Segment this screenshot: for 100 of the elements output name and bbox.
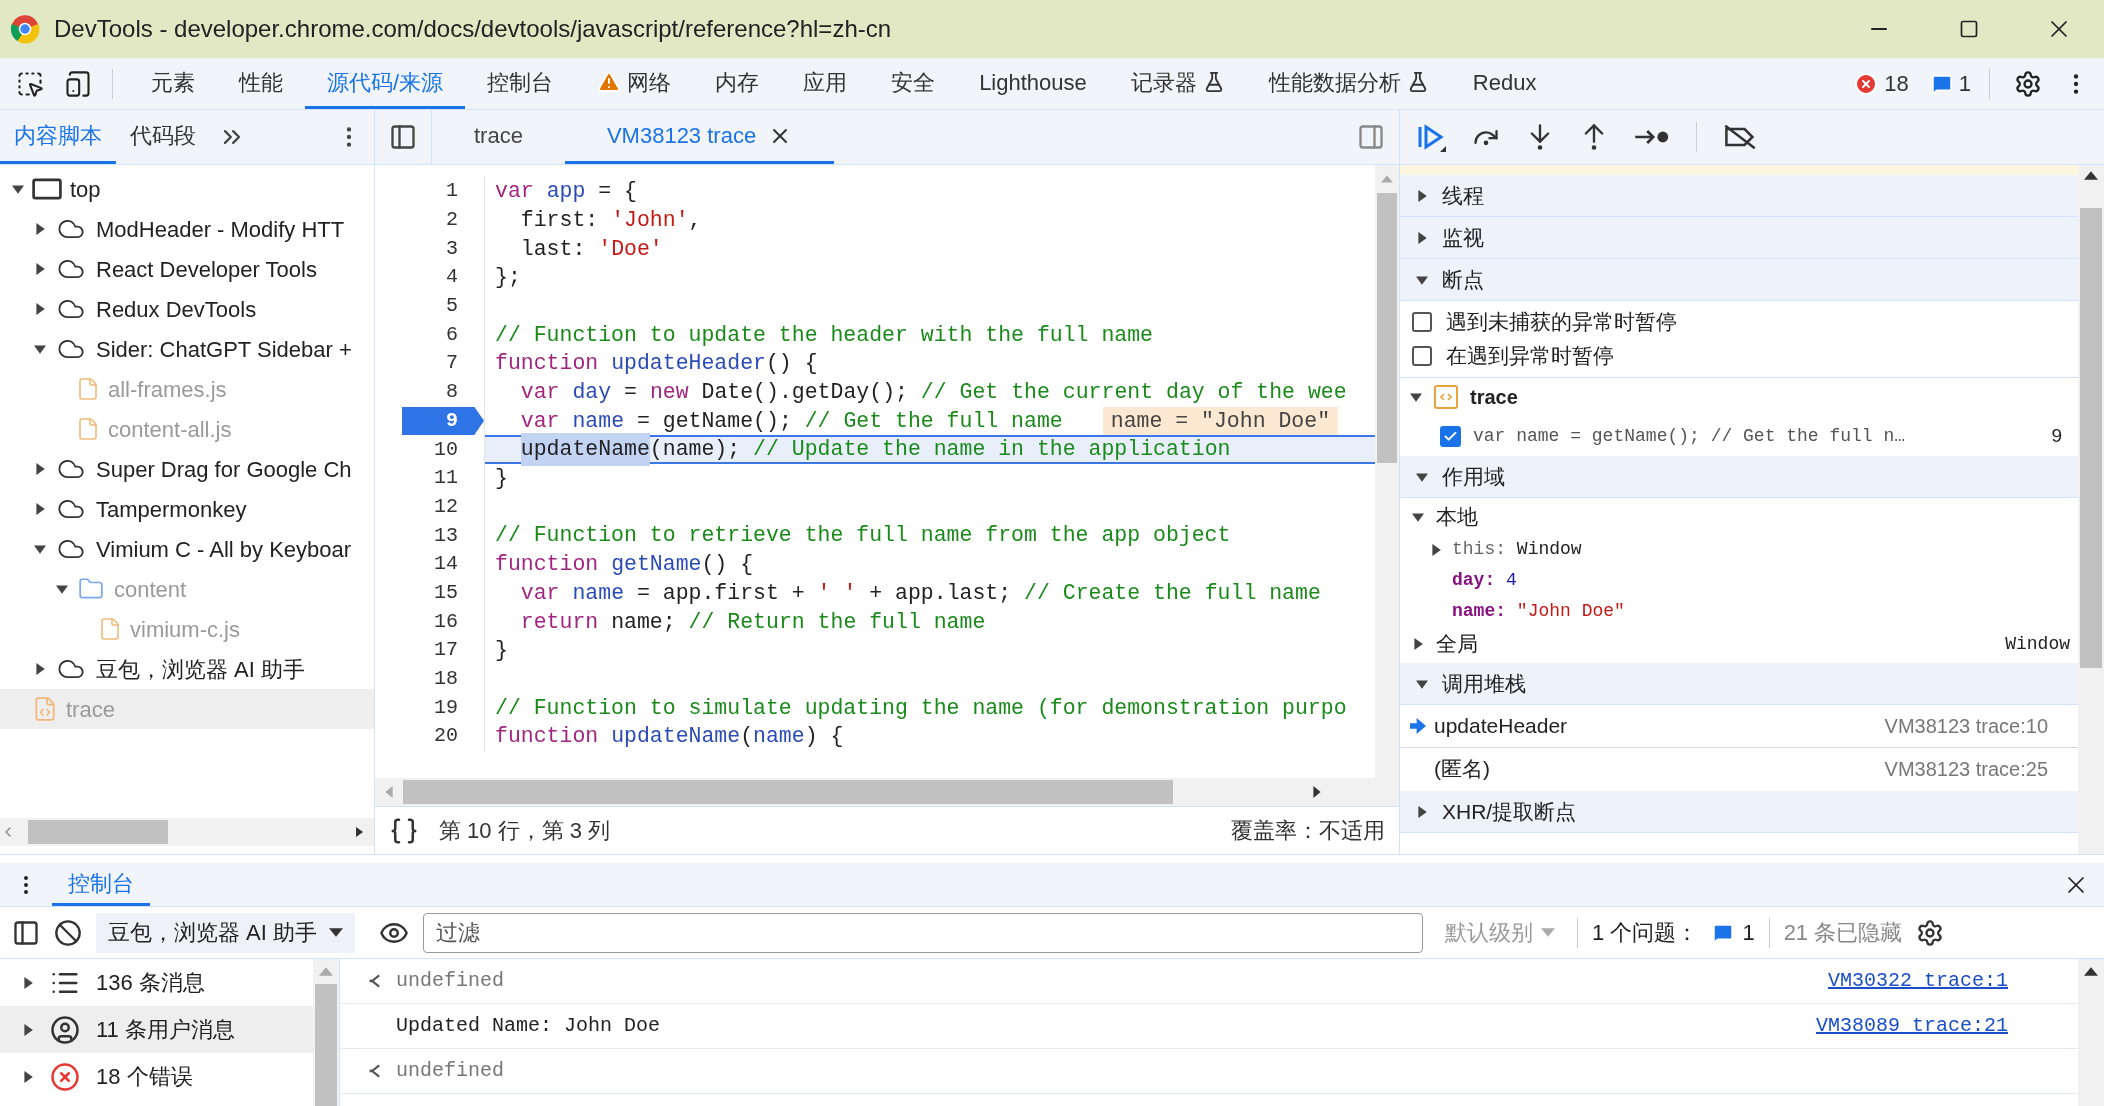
panel-tab[interactable]: 应用 <box>781 58 870 109</box>
panel-tab[interactable]: 网络 <box>575 58 694 109</box>
drawer-tab[interactable]: 控制台 <box>52 863 150 906</box>
caret-right-icon[interactable] <box>1416 189 1428 202</box>
call-frame[interactable]: (匿名) VM38123 trace:25 <box>1400 748 2078 791</box>
editor-tab[interactable]: VM38123 trace <box>564 110 835 164</box>
tree-item[interactable]: React Developer Tools <box>0 249 374 289</box>
source-link[interactable]: VM30322 trace:1 <box>1827 966 2008 996</box>
caret-right-icon[interactable] <box>34 223 46 235</box>
scroll-up-icon[interactable] <box>2084 967 2098 976</box>
panel-tab[interactable]: Lighthouse <box>957 58 1109 109</box>
message-count[interactable]: 1 <box>1930 67 1971 100</box>
frame-location[interactable]: VM38123 trace:25 <box>1884 754 2048 784</box>
caret-down-icon[interactable] <box>34 343 46 355</box>
caret-down-icon[interactable] <box>1412 511 1424 523</box>
console-sidebar-item[interactable]: 18 个错误 <box>0 1053 313 1100</box>
caret-right-icon[interactable] <box>1416 231 1428 244</box>
scroll-right-icon[interactable] <box>1313 786 1321 798</box>
panel-tab[interactable]: 安全 <box>869 58 958 109</box>
horizontal-scrollbar[interactable] <box>0 818 374 846</box>
caret-right-icon[interactable] <box>1412 638 1424 650</box>
panel-tab[interactable]: 记录器 <box>1108 58 1247 109</box>
call-frame[interactable]: updateHeader VM38123 trace:10 <box>1400 705 2078 748</box>
line-number[interactable]: 1 <box>446 177 484 206</box>
caret-right-icon[interactable] <box>34 263 46 275</box>
panel-tab[interactable]: 控制台 <box>465 58 576 109</box>
tree-item[interactable]: Redux DevTools <box>0 289 374 329</box>
line-number[interactable]: 8 <box>446 377 484 407</box>
line-number[interactable]: 4 <box>446 263 484 292</box>
tree-item[interactable]: top <box>0 169 374 209</box>
line-number[interactable]: 15 <box>434 578 484 608</box>
deactivate-breakpoints-icon[interactable] <box>1723 123 1757 151</box>
line-number[interactable]: 5 <box>446 291 484 321</box>
filter-field[interactable]: 过滤 <box>423 912 1423 953</box>
caret-down-icon[interactable] <box>1416 470 1428 483</box>
tree-item[interactable]: Sider: ChatGPT Sidebar + <box>0 329 374 369</box>
line-number[interactable]: 17 <box>434 636 484 665</box>
vertical-scrollbar[interactable] <box>313 959 339 1106</box>
console-sidebar-item[interactable]: 11 条用户消息 <box>0 1006 313 1053</box>
scroll-right-icon[interactable] <box>354 826 364 838</box>
clear-console-icon[interactable] <box>54 918 82 947</box>
section-header[interactable]: 断点 <box>1400 259 2078 301</box>
section-header[interactable]: XHR/提取断点 <box>1400 791 2078 833</box>
issues-count[interactable]: 1 <box>1712 916 1755 949</box>
caret-down-icon[interactable] <box>56 583 68 595</box>
caret-right-icon[interactable] <box>22 976 34 989</box>
tree-item[interactable]: Super Drag for Google Ch <box>0 449 374 489</box>
panel-tab[interactable]: 性能 <box>217 58 305 109</box>
navigator-tab[interactable]: 内容脚本 <box>0 110 116 164</box>
error-count[interactable]: 18 <box>1854 67 1909 100</box>
navigator-tab[interactable]: 代码段 <box>116 110 210 164</box>
caret-down-icon[interactable] <box>34 543 46 555</box>
line-number[interactable]: 12 <box>434 492 484 522</box>
caret-right-icon[interactable] <box>34 463 46 475</box>
tree-item[interactable]: Tampermonkey <box>0 489 374 529</box>
tree-item[interactable]: Vimium C - All by Keyboar <box>0 529 374 569</box>
caret-down-icon[interactable] <box>1416 677 1428 690</box>
scroll-up-icon[interactable] <box>2084 171 2098 180</box>
line-number[interactable]: 2 <box>446 205 484 235</box>
line-number[interactable]: 16 <box>434 607 484 636</box>
line-number[interactable]: 19 <box>434 693 484 723</box>
checkbox[interactable] <box>1412 312 1432 332</box>
tree-item[interactable]: 豆包，浏览器 AI 助手 <box>0 649 374 689</box>
caret-right-icon[interactable] <box>34 303 46 315</box>
settings-icon[interactable] <box>1916 918 1945 947</box>
section-header[interactable]: 线程 <box>1400 175 2078 217</box>
caret-down-icon[interactable] <box>1416 273 1428 286</box>
checkbox[interactable] <box>1412 346 1432 366</box>
step-icon[interactable] <box>1634 127 1670 147</box>
console-sidebar-item[interactable]: 136 条消息 <box>0 959 313 1006</box>
caret-down-icon[interactable] <box>1410 391 1422 403</box>
line-number[interactable]: 10 <box>434 435 484 464</box>
section-header[interactable]: 调用堆栈 <box>1400 663 2078 705</box>
context-selector[interactable]: 豆包，浏览器 AI 助手 <box>96 912 355 953</box>
line-number[interactable]: 18 <box>434 664 484 694</box>
caret-right-icon[interactable] <box>1430 543 1442 556</box>
caret-right-icon[interactable] <box>34 503 46 515</box>
vertical-scrollbar[interactable] <box>1375 165 1399 778</box>
panel-tab[interactable]: 性能数据分析 <box>1246 58 1451 109</box>
line-number[interactable]: 14 <box>434 549 484 579</box>
checkbox[interactable] <box>1440 425 1461 447</box>
breakpoint-row[interactable]: var name = getName(); // Get the full n… 9 <box>1400 416 2078 456</box>
line-number[interactable]: 7 <box>446 349 484 378</box>
caret-right-icon[interactable] <box>22 1070 34 1083</box>
resume-icon[interactable] <box>1416 122 1446 152</box>
caret-right-icon[interactable] <box>22 1023 34 1036</box>
line-number[interactable]: 13 <box>434 521 484 550</box>
panel-tab[interactable]: Redux <box>1450 58 1559 109</box>
sidebar-toggle-icon[interactable] <box>12 918 40 947</box>
source-link[interactable]: VM38089 trace:21 <box>1815 1011 2008 1041</box>
caret-down-icon[interactable] <box>12 183 24 195</box>
editor-tab[interactable]: trace <box>432 110 565 164</box>
frame-location[interactable]: VM38123 trace:10 <box>1884 711 2048 741</box>
tree-item[interactable]: ModHeader - Modify HTT <box>0 209 374 249</box>
line-number[interactable]: 6 <box>446 320 484 350</box>
line-number[interactable]: 20 <box>434 722 484 751</box>
section-header[interactable]: 监视 <box>1400 217 2078 259</box>
line-number[interactable]: 9 <box>402 406 484 436</box>
section-header[interactable]: 作用域 <box>1400 456 2078 498</box>
caret-right-icon[interactable] <box>34 663 46 675</box>
